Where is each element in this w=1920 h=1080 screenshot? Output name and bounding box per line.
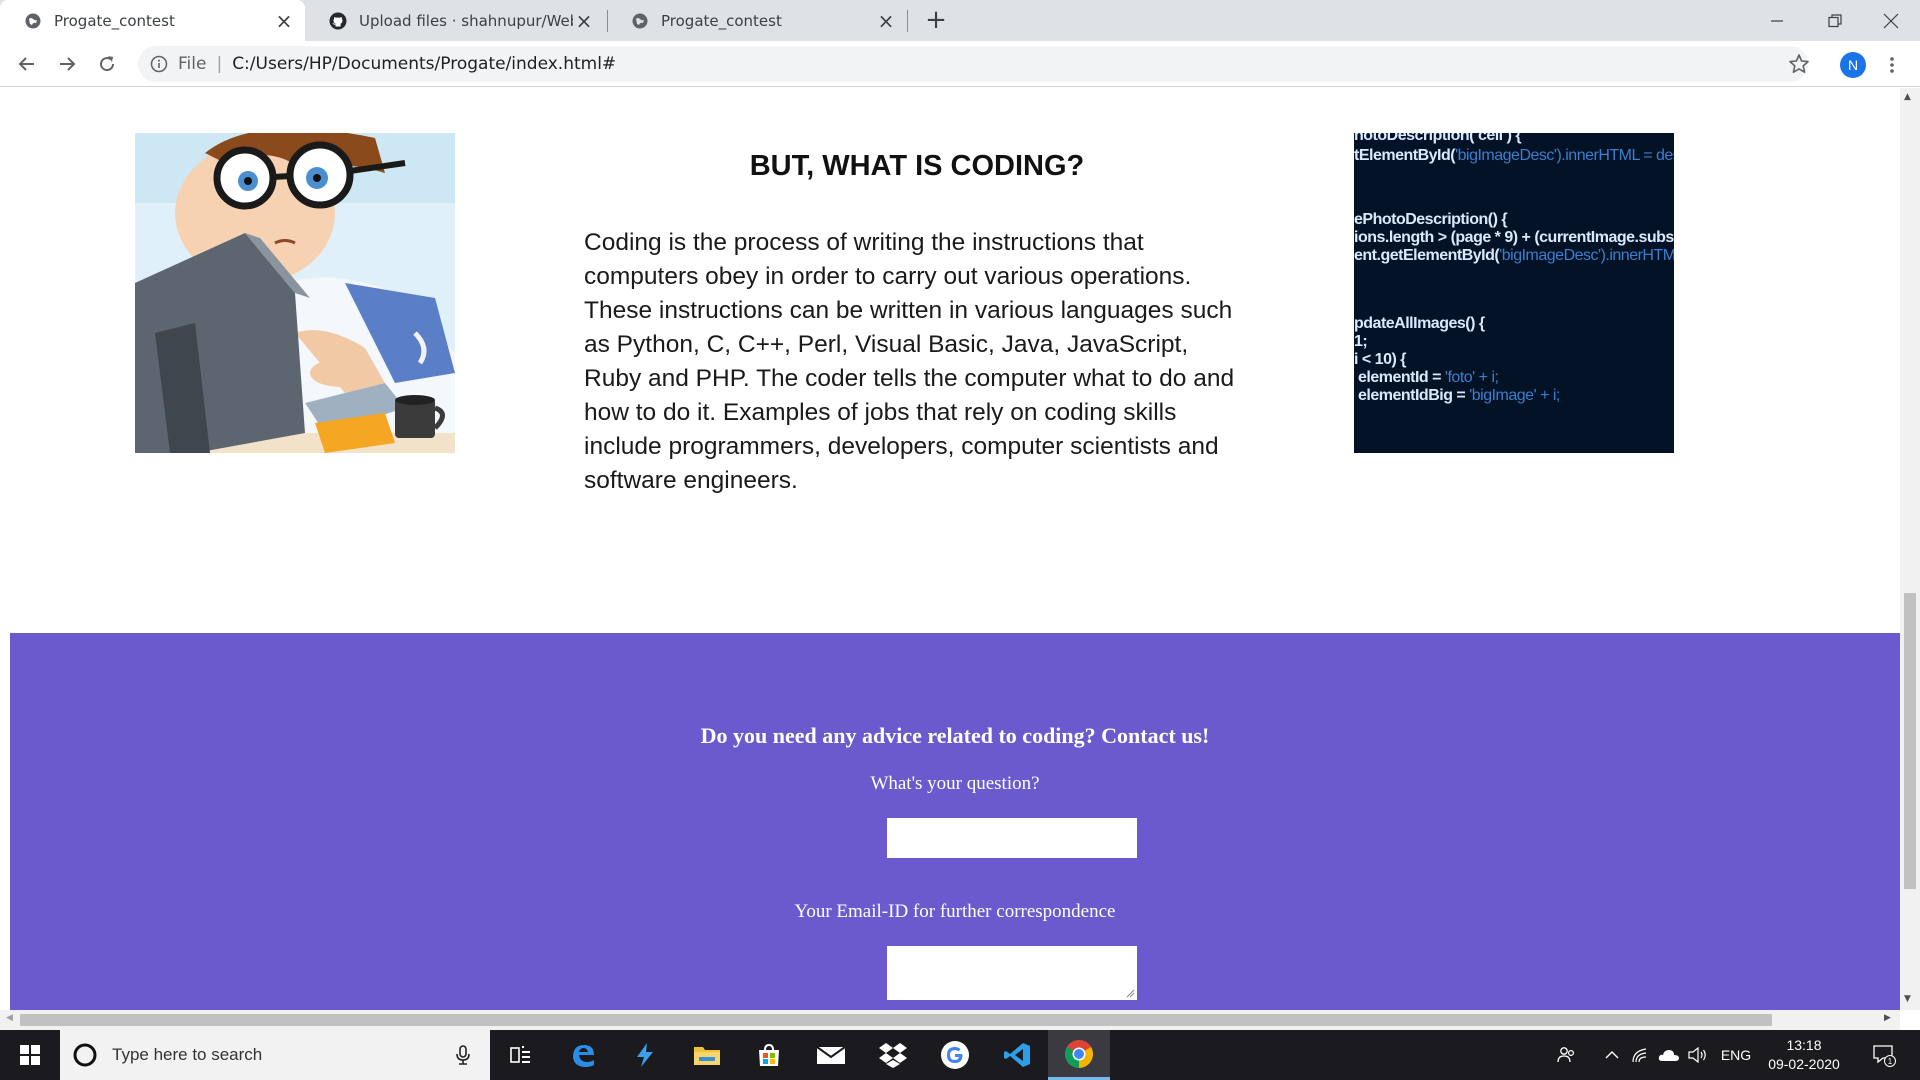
code-line: notoDescription( cell ) {: [1354, 133, 1522, 144]
contact-title: Do you need any advice related to coding…: [700, 723, 1210, 748]
taskbar-search-box[interactable]: Type here to search: [60, 1030, 490, 1080]
taskbar-search-placeholder: Type here to search: [112, 1045, 263, 1064]
clock-date: 09-02-2020: [1768, 1056, 1840, 1072]
scroll-left-arrow-icon[interactable]: ◀: [6, 1013, 13, 1023]
globe-icon: [632, 13, 648, 28]
info-icon[interactable]: [150, 55, 168, 73]
edge-browser-icon[interactable]: [552, 1030, 614, 1080]
code-screenshot-image: notoDescription( cell ) { tElementById('…: [1354, 133, 1674, 453]
code-line: tElementById('bigImageDesc').innerHTML =…: [1354, 147, 1674, 164]
section-heading: BUT, WHAT IS CODING?: [749, 150, 1085, 182]
scroll-right-arrow-icon[interactable]: ▶: [1884, 1013, 1891, 1023]
github-icon: [329, 12, 347, 29]
visual-studio-installer-icon[interactable]: [614, 1030, 676, 1080]
close-window-icon[interactable]: [1860, 0, 1920, 41]
task-view-icon[interactable]: [490, 1030, 552, 1080]
mail-icon[interactable]: [800, 1030, 862, 1080]
tab-close-icon[interactable]: ×: [573, 10, 595, 32]
file-explorer-icon[interactable]: [676, 1030, 738, 1080]
code-line: pdateAllImages() {: [1354, 315, 1485, 332]
code-line: 1;: [1354, 333, 1368, 350]
profile-avatar[interactable]: N: [1840, 52, 1866, 78]
resize-grip-icon[interactable]: [1125, 988, 1135, 998]
globe-icon: [25, 13, 41, 28]
scroll-down-arrow-icon[interactable]: ▼: [1904, 994, 1911, 1004]
vertical-scroll-thumb[interactable]: [1904, 593, 1916, 889]
horizontal-scrollbar[interactable]: ◀ ▶: [0, 1010, 1900, 1030]
forward-arrow-icon[interactable]: [52, 49, 82, 79]
scroll-up-arrow-icon[interactable]: ▲: [1904, 92, 1911, 102]
back-arrow-icon[interactable]: [12, 49, 42, 79]
email-textarea[interactable]: [887, 946, 1137, 1000]
question-input[interactable]: [887, 818, 1137, 858]
contact-section: Do you need any advice related to coding…: [10, 633, 1900, 1010]
code-line: ent.getElementById('bigImageDesc').inner…: [1354, 247, 1674, 264]
notification-count: 1: [1888, 1057, 1893, 1066]
coder-illustration: [135, 133, 455, 453]
bookmark-star-icon[interactable]: [1788, 53, 1810, 75]
tab-title: Progate_contest: [661, 11, 782, 30]
chrome-icon[interactable]: [1048, 1030, 1110, 1080]
vertical-scrollbar[interactable]: ▲ ▼: [1900, 88, 1920, 1010]
tab-close-icon[interactable]: ×: [273, 10, 295, 32]
reload-icon[interactable]: [92, 49, 122, 79]
restore-icon[interactable]: [1804, 0, 1866, 41]
url-text[interactable]: C:/Users/HP/Documents/Progate/index.html…: [232, 54, 616, 74]
tab-progate-contest[interactable]: Progate_contest ×: [607, 0, 907, 41]
menu-kebab-icon[interactable]: [1882, 52, 1902, 78]
page-viewport: BUT, WHAT IS CODING? Coding is the proce…: [0, 88, 1900, 1010]
horizontal-scroll-thumb[interactable]: [20, 1014, 1772, 1026]
browser-toolbar: File | C:/Users/HP/Documents/Progate/ind…: [0, 41, 1920, 87]
windows-start-icon[interactable]: [0, 1030, 60, 1080]
code-line: ions.length > (page * 9) + (currentImage…: [1354, 229, 1674, 246]
clock-time: 13:18: [1786, 1037, 1822, 1053]
minimize-icon[interactable]: [1746, 0, 1808, 41]
windows-taskbar: Type here to search ENG 13:18 09-02-2020…: [0, 1030, 1920, 1080]
show-hidden-icons-chevron-icon[interactable]: [1600, 1030, 1624, 1080]
tab-close-icon[interactable]: ×: [875, 10, 897, 32]
tab-upload-files[interactable]: Upload files · shahnupur/WebDev ×: [305, 0, 605, 41]
microphone-icon[interactable]: [452, 1044, 474, 1066]
code-line: elementIdBig = 'bigImage' + i;: [1358, 387, 1560, 404]
onedrive-cloud-icon[interactable]: [1656, 1030, 1682, 1080]
code-line: elementId = 'foto' + i;: [1358, 369, 1499, 386]
new-tab-icon[interactable]: +: [922, 7, 950, 35]
wifi-icon[interactable]: [1628, 1030, 1652, 1080]
vscode-icon[interactable]: [986, 1030, 1048, 1080]
question-label: What's your question?: [870, 773, 1040, 794]
address-bar[interactable]: File | C:/Users/HP/Documents/Progate/ind…: [138, 46, 1808, 82]
taskbar-clock[interactable]: 13:18 09-02-2020: [1760, 1036, 1848, 1074]
code-line: ePhotoDescription() {: [1354, 211, 1508, 228]
action-center-icon[interactable]: 1: [1864, 1030, 1904, 1080]
tab-title: Progate_contest: [54, 11, 175, 30]
tab-progate-contest-active[interactable]: Progate_contest ×: [0, 0, 305, 41]
people-icon[interactable]: [1550, 1030, 1584, 1080]
microsoft-store-icon[interactable]: [738, 1030, 800, 1080]
address-divider: |: [216, 54, 223, 74]
dropbox-icon[interactable]: [862, 1030, 924, 1080]
language-indicator[interactable]: ENG: [1716, 1030, 1756, 1080]
email-label: Your Email-ID for further correspondence: [794, 901, 1116, 922]
code-line: i < 10) {: [1354, 351, 1406, 368]
volume-icon[interactable]: [1686, 1030, 1710, 1080]
scheme-label: File: [178, 54, 207, 74]
coding-description: Coding is the process of writing the ins…: [584, 229, 1235, 494]
tab-separator: [907, 10, 908, 32]
google-icon[interactable]: [924, 1030, 986, 1080]
cortana-circle-icon: [73, 1043, 97, 1067]
tab-strip: Progate_contest × Upload files · shahnup…: [0, 0, 1920, 41]
tab-title: Upload files · shahnupur/WebDev: [359, 11, 573, 30]
